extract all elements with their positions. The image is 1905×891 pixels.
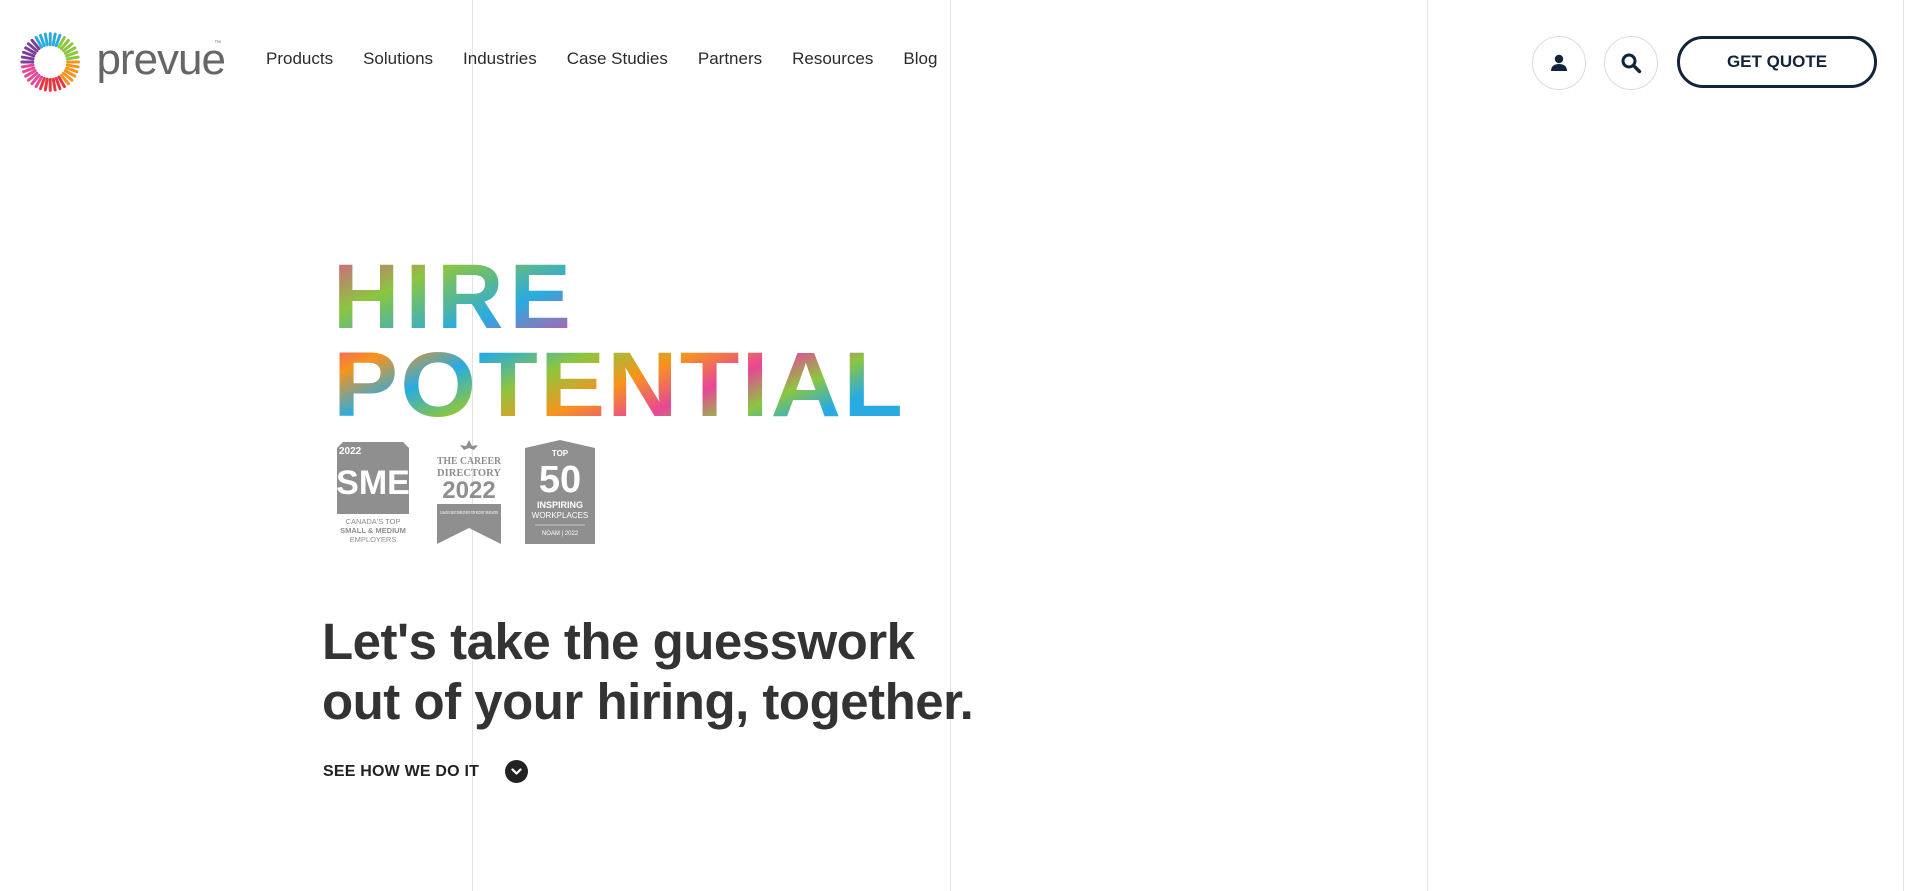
hero-tagline: Let's take the guesswork out of your hir… — [322, 612, 1022, 732]
nav-item-case-studies[interactable]: Case Studies — [567, 49, 668, 69]
logo-ray — [43, 77, 49, 92]
hire-potential-logotype: HIRE POTENTIAL — [333, 246, 913, 436]
main-nav: Products Solutions Industries Case Studi… — [266, 49, 967, 69]
nav-item-partners[interactable]: Partners — [698, 49, 762, 69]
grid-line — [1427, 0, 1428, 891]
brand-name: prevue — [96, 35, 226, 84]
chevron-down-icon — [505, 760, 529, 783]
nav-item-blog[interactable]: Blog — [903, 49, 937, 69]
career-directory-award-badge: THE CAREER DIRECTORY 2022 CANADA'S BEST … — [437, 440, 502, 544]
nav-item-resources[interactable]: Resources — [792, 49, 873, 69]
prevue-ring-logo-icon — [20, 32, 81, 92]
svg-text:NOAM | 2022: NOAM | 2022 — [542, 531, 579, 537]
nav-item-industries[interactable]: Industries — [463, 49, 537, 69]
logo-ray — [65, 63, 80, 69]
top-50-inspiring-workplaces-badge: TOP 50 INSPIRING WORKPLACES NOAM | 2022 — [525, 440, 595, 544]
logo-ray — [65, 55, 80, 61]
account-button[interactable] — [1532, 36, 1586, 90]
search-icon — [1621, 53, 1642, 74]
logo-ray — [20, 63, 35, 69]
svg-text:CANADA'S BEST EMPLOYERS FOR RE: CANADA'S BEST EMPLOYERS FOR RECENT GRADU… — [440, 510, 498, 515]
svg-text:THE CAREER: THE CAREER — [437, 455, 502, 467]
svg-text:SMALL & MEDIUM: SMALL & MEDIUM — [340, 526, 406, 535]
see-how-label: SEE HOW WE DO IT — [323, 762, 480, 780]
tagline-line-1: Let's take the guesswork — [322, 613, 915, 670]
prevue-logo[interactable]: prevue ™ — [20, 28, 226, 96]
tagline-line-2: out of your hiring, together. — [322, 673, 974, 730]
get-quote-button[interactable]: GET QUOTE — [1677, 36, 1877, 88]
site-header: prevue ™ Products Solutions Industries C… — [0, 0, 1905, 122]
svg-text:INSPIRING: INSPIRING — [537, 500, 583, 510]
grid-line — [950, 0, 951, 891]
logo-ray — [51, 77, 57, 92]
nav-item-products[interactable]: Products — [266, 49, 333, 69]
svg-text:WORKPLACES: WORKPLACES — [532, 511, 588, 520]
logo-ray — [20, 55, 35, 61]
svg-text:EMPLOYERS: EMPLOYERS — [350, 535, 397, 544]
see-how-link[interactable]: SEE HOW WE DO IT — [323, 760, 529, 783]
awards-row: 2022 SME CANADA'S TOP SMALL & MEDIUM EMP… — [333, 440, 617, 544]
svg-text:50: 50 — [539, 459, 581, 501]
hero-title-line2: POTENTIAL — [333, 334, 905, 420]
svg-text:TOP: TOP — [552, 449, 569, 458]
user-icon — [1551, 54, 1567, 71]
sme-award-badge: 2022 SME CANADA'S TOP SMALL & MEDIUM EMP… — [336, 442, 410, 544]
svg-text:2022: 2022 — [442, 477, 495, 504]
svg-text:SME: SME — [336, 464, 410, 502]
search-button[interactable] — [1604, 36, 1658, 90]
logo-ray — [43, 32, 49, 47]
logo-ray — [51, 32, 57, 47]
grid-line — [1903, 0, 1904, 891]
trademark: ™ — [214, 40, 221, 47]
nav-item-solutions[interactable]: Solutions — [363, 49, 433, 69]
svg-text:CANADA'S TOP: CANADA'S TOP — [346, 517, 401, 526]
svg-text:2022: 2022 — [339, 446, 362, 457]
